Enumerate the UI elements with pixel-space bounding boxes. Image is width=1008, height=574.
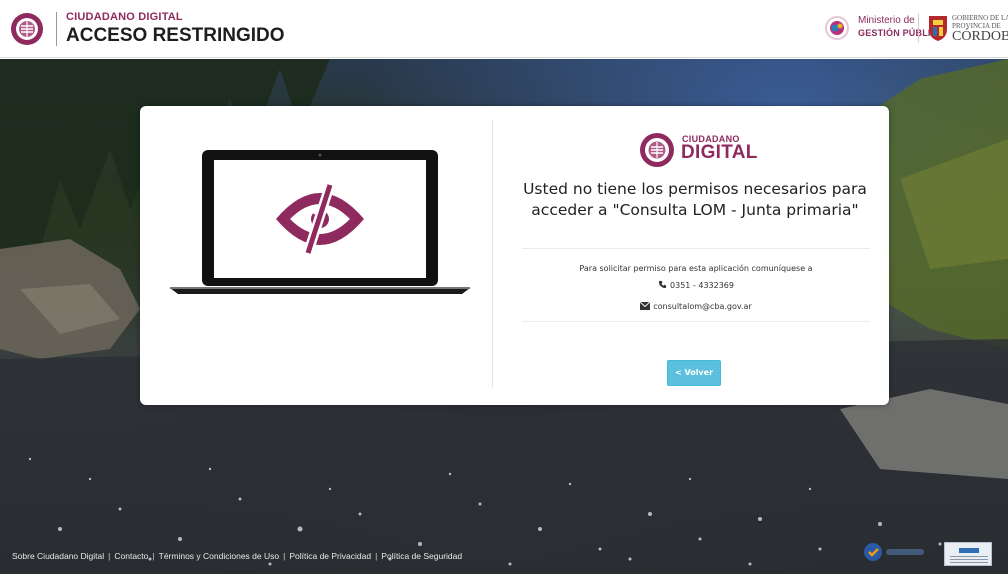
divider-top [522, 248, 870, 249]
contact-email: consultalom@cba.gov.ar [522, 302, 870, 311]
footer-separator: | [108, 551, 111, 561]
header-separator [56, 12, 57, 46]
gov-line3: CÓRDOBA [952, 29, 1008, 44]
page-title: ACCESO RESTRINGIDO [66, 25, 285, 46]
footer-link-privacy[interactable]: Política de Privacidad [289, 551, 371, 561]
security-seal-icon[interactable] [862, 541, 928, 563]
header: CIUDADANO DIGITAL ACCESO RESTRINGIDO Min… [0, 0, 1008, 58]
contact-phone: 0351 - 4332369 [522, 280, 870, 290]
badge-line [950, 562, 988, 563]
divider-bottom [522, 321, 870, 322]
footer-separator: | [375, 551, 378, 561]
gov-separator [918, 14, 919, 42]
footer-link-about[interactable]: Sobre Ciudadano Digital [12, 551, 104, 561]
header-brand: CIUDADANO DIGITAL [66, 11, 183, 23]
ciudadano-digital-card-logo-icon [640, 133, 674, 167]
badge-line [950, 559, 988, 560]
laptop-illustration [170, 150, 470, 294]
footer-separator: | [152, 551, 155, 561]
footer-links: Sobre Ciudadano Digital | Contacto | Término… [12, 551, 462, 561]
footer-separator: | [283, 551, 286, 561]
gov-line1: GOBIERNO DE LA [952, 14, 1008, 22]
back-button[interactable]: < Volver [667, 360, 721, 386]
card-logo-word2: DIGITAL [681, 142, 758, 163]
badge-bar [959, 548, 979, 553]
restricted-access-card: CIUDADANO DIGITAL Usted no tiene los per… [140, 106, 889, 405]
phone-number[interactable]: 0351 - 4332369 [670, 281, 734, 290]
request-permission-text: Para solicitar permiso para esta aplicac… [579, 264, 813, 273]
gov-text: GOBIERNO DE LA PROVINCIA DE CÓRDOBA [952, 14, 1008, 44]
data-fiscal-badge-icon[interactable] [944, 542, 992, 566]
badge-line [950, 556, 988, 557]
ciudadano-digital-logo-icon[interactable] [10, 12, 44, 46]
ministerio-logo-icon [825, 16, 849, 40]
footer-link-terms[interactable]: Términos y Condiciones de Uso [159, 551, 279, 561]
footer-link-contact[interactable]: Contacto [114, 551, 148, 561]
phone-icon [658, 280, 667, 289]
permission-denied-message: Usted no tiene los permisos necesarios p… [523, 180, 867, 219]
email-address[interactable]: consultalom@cba.gov.ar [653, 302, 752, 311]
card-divider [492, 120, 493, 388]
footer-link-security[interactable]: Política de Seguridad [381, 551, 462, 561]
cordoba-shield-icon [929, 16, 947, 41]
envelope-icon [640, 302, 651, 310]
